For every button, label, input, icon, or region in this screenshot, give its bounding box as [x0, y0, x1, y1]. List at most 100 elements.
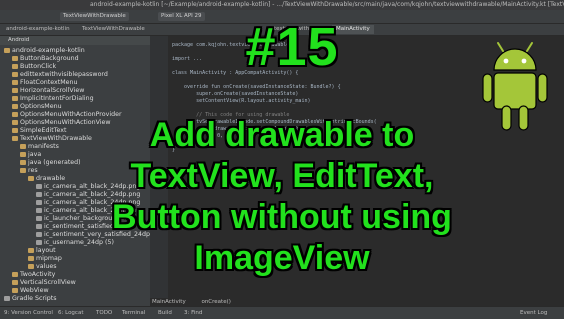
folder-icon — [28, 175, 34, 181]
folder-icon — [12, 271, 18, 277]
folder-icon — [12, 95, 18, 101]
code-line: } — [172, 140, 188, 146]
folder-icon — [12, 111, 18, 117]
todo-tab[interactable]: TODO — [96, 307, 112, 319]
folder-icon — [20, 167, 26, 173]
tree-item-label: OptionsMenu — [20, 103, 62, 110]
window-title: android-example-kotlin [~/Example/androi… — [90, 1, 564, 8]
tree-item-label: ic_camera_alt_black_24dp.png — [44, 191, 141, 198]
folder-icon — [20, 151, 26, 157]
folder-icon — [12, 119, 18, 125]
tree-item-label: ic_camera_alt_black_24dp.png — [44, 207, 141, 214]
folder-icon — [12, 55, 18, 61]
tab-package[interactable]: textviewwithdrawable — [270, 25, 339, 34]
main-toolbar: TextViewWithDrawable Pixel XL API 29 — [0, 10, 564, 24]
tree-item-label: java — [28, 151, 42, 158]
tree-item-label: mipmap — [36, 255, 62, 262]
file-icon — [36, 183, 42, 189]
event-log-tab[interactable]: Event Log — [520, 307, 547, 319]
line-gutter — [150, 36, 168, 298]
folder-icon — [4, 47, 10, 53]
find-tab[interactable]: 3: Find — [184, 307, 202, 319]
file-icon — [4, 295, 10, 301]
tree-item-label: OptionsMenuWithActionProvider — [20, 111, 122, 118]
project-view-header[interactable]: Android — [0, 36, 150, 45]
file-icon — [36, 207, 42, 213]
tree-item-label: ButtonBackground — [20, 55, 79, 62]
tree-item-label: VerticalScrollView — [20, 279, 76, 286]
folder-icon — [28, 247, 34, 253]
project-sidebar: Android android-example-kotlin ButtonBack… — [0, 36, 150, 306]
tree-item-label: java (generated) — [28, 159, 81, 166]
tree-item-label: ic_username_24dp (5) — [44, 239, 114, 246]
breadcrumb-method[interactable]: onCreate() — [201, 299, 230, 305]
tab-project[interactable]: android-example-kotlin — [2, 25, 74, 34]
tree-item-label: drawable — [36, 175, 66, 182]
tree-item-label: android-example-kotlin — [12, 47, 85, 54]
tree-item-label: TextViewWithDrawable — [20, 135, 92, 142]
file-icon — [36, 199, 42, 205]
tree-item-label: edittextwithvisiblepassword — [20, 71, 108, 78]
folder-icon — [20, 143, 26, 149]
folder-icon — [28, 263, 34, 269]
tree-item-label: ImplicitIntentForDialing — [20, 95, 94, 102]
tree-item-label: ic_camera_alt_black_24dp.png — [44, 199, 141, 206]
module-selector[interactable]: TextViewWithDrawable — [60, 12, 129, 21]
file-icon — [36, 231, 42, 237]
tree-item-label: layout — [36, 247, 56, 254]
file-icon — [36, 223, 42, 229]
tree-item-label: SimpleEditText — [20, 127, 67, 134]
folder-icon — [28, 255, 34, 261]
tree-item-label: values — [36, 263, 57, 270]
code-comment: // This code for using drawable — [172, 112, 290, 118]
code-line: R.drawable.ic_camera_alt_black_24dp, — [172, 126, 317, 132]
version-control-tab[interactable]: 9: Version Control — [4, 307, 53, 319]
tree-item-label: Gradle Scripts — [12, 295, 57, 302]
folder-icon — [12, 279, 18, 285]
code-line: tvSetDrawableInCode.setCompoundDrawables… — [172, 119, 377, 125]
folder-icon — [12, 79, 18, 85]
folder-icon — [12, 87, 18, 93]
tree-item-label: ButtonClick — [20, 63, 57, 70]
tab-main-activity[interactable]: MainActivity — [332, 25, 374, 34]
terminal-tab[interactable]: Terminal — [122, 307, 145, 319]
tree-item-label: res — [28, 167, 38, 174]
window-titlebar: android-example-kotlin [~/Example/androi… — [0, 0, 564, 10]
code-line: package com.kqjohn.textviewwithdrawable — [172, 42, 290, 48]
folder-icon — [12, 287, 18, 293]
tree-item-label: TwoActivity — [20, 271, 56, 278]
breadcrumb-class[interactable]: MainActivity — [152, 299, 186, 305]
code-line: import ... — [172, 56, 203, 62]
file-icon — [36, 239, 42, 245]
tree-item-label: ic_sentiment_very_satisfied_24dp — [44, 231, 151, 238]
code-line: class MainActivity : AppCompatActivity()… — [172, 70, 299, 76]
tree-item-label: manifests — [28, 143, 59, 150]
code-editor[interactable]: package com.kqjohn.textviewwithdrawable … — [150, 36, 564, 298]
tool-window-bar: 9: Version Control 6: Logcat TODO Termin… — [0, 306, 564, 319]
code-line: super.onCreate(savedInstanceState) — [172, 91, 299, 97]
file-icon — [36, 215, 42, 221]
code-line: override fun onCreate(savedInstanceState… — [172, 84, 341, 90]
tree-item-label: WebView — [20, 287, 49, 294]
file-icon — [36, 191, 42, 197]
tree-item-label: HorizontalScrollView — [20, 87, 85, 94]
folder-icon — [12, 103, 18, 109]
logcat-tab[interactable]: 6: Logcat — [58, 307, 83, 319]
code-line: setContentView(R.layout.activity_main) — [172, 98, 311, 104]
build-tab[interactable]: Build — [158, 307, 172, 319]
folder-icon — [12, 135, 18, 141]
folder-icon — [12, 127, 18, 133]
folder-icon — [20, 159, 26, 165]
tree-item-label: ic_camera_alt_black_24dp.png — [44, 183, 141, 190]
code-line: } — [172, 147, 176, 153]
folder-icon — [12, 63, 18, 69]
editor-breadcrumb: MainActivity onCreate() — [150, 298, 564, 306]
tree-item-label: ic_launcher_background.xml — [44, 215, 134, 222]
tree-item-label: FloatContextMenu — [20, 79, 78, 86]
tab-module[interactable]: TextViewWithDrawable — [78, 25, 149, 34]
device-selector[interactable]: Pixel XL API 29 — [158, 12, 205, 21]
tree-item-label: OptionsMenuWithActionView — [20, 119, 111, 126]
folder-icon — [12, 71, 18, 77]
tree-item[interactable]: Gradle Scripts — [4, 294, 57, 303]
navigation-tabs: android-example-kotlin TextViewWithDrawa… — [0, 24, 564, 36]
